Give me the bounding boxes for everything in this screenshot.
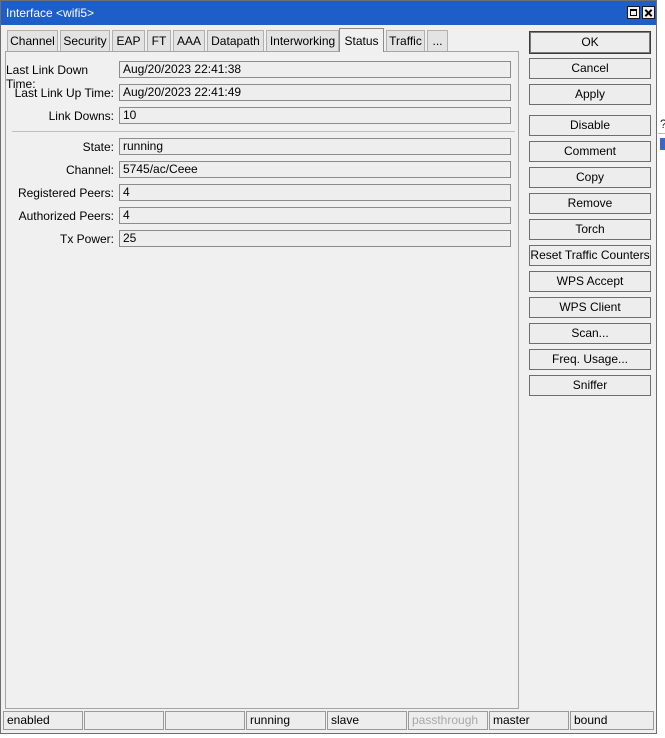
copy-button[interactable]: Copy [529,167,651,188]
last-link-up-time-label: Last Link Up Time: [14,86,114,100]
channel-label: Channel: [65,163,114,177]
window-title: Interface <wifi5> [6,6,95,20]
channel-label-box: Channel: [6,161,114,179]
registered-peers-field[interactable]: 4 [119,184,511,201]
remove-button[interactable]: Remove [529,193,651,214]
last-link-down-time-label-box: Last Link Down Time: [6,61,114,91]
apply-button[interactable]: Apply [529,84,651,105]
tab-datapath[interactable]: Datapath [207,30,264,51]
tab-eap[interactable]: EAP [112,30,145,51]
tab-ft[interactable]: FT [147,30,171,51]
tab-traffic[interactable]: Traffic [386,30,425,51]
tab-interworking[interactable]: Interworking [266,30,339,51]
disable-button[interactable]: Disable [529,115,651,136]
status-running: running [246,711,326,730]
status-bound: bound [570,711,654,730]
status-passthrough: passthrough [408,711,488,730]
status-master: master [489,711,569,730]
cancel-button[interactable]: Cancel [529,58,651,79]
authorized-peers-label-box: Authorized Peers: [6,207,114,225]
state-label: State: [82,140,114,154]
link-downs-label-box: Link Downs: [6,107,114,125]
freq-usage-button[interactable]: Freq. Usage... [529,349,651,370]
background-window-selection [660,138,665,150]
title-bar[interactable]: Interface <wifi5> [1,1,656,25]
tab-security[interactable]: Security [60,30,110,51]
tx-power-label-box: Tx Power: [6,230,114,248]
last-link-up-time-label-box: Last Link Up Time: [6,84,114,102]
last-link-down-time-field[interactable]: Aug/20/2023 22:41:38 [119,61,511,78]
status-cell-empty-1 [84,711,164,730]
wps-accept-button[interactable]: WPS Accept [529,271,651,292]
close-icon[interactable] [642,6,655,19]
link-downs-label: Link Downs: [48,109,114,123]
last-link-up-time-field[interactable]: Aug/20/2023 22:41:49 [119,84,511,101]
torch-button[interactable]: Torch [529,219,651,240]
tab-channel[interactable]: Channel [7,30,58,51]
link-downs-field[interactable]: 10 [119,107,511,124]
background-window-text: ? [660,117,665,131]
status-cell-empty-2 [165,711,245,730]
authorized-peers-label: Authorized Peers: [18,209,114,223]
wps-client-button[interactable]: WPS Client [529,297,651,318]
background-window-rule [658,133,665,134]
sniffer-button[interactable]: Sniffer [529,375,651,396]
authorized-peers-field[interactable]: 4 [119,207,511,224]
state-field[interactable]: running [119,138,511,155]
status-panel: Last Link Down Time: Aug/20/2023 22:41:3… [5,51,519,709]
registered-peers-label: Registered Peers: [17,186,114,200]
maximize-icon[interactable] [627,6,640,19]
tx-power-field[interactable]: 25 [119,230,511,247]
reset-traffic-counters-button[interactable]: Reset Traffic Counters [529,245,651,266]
tab-status[interactable]: Status [339,28,384,52]
status-enabled: enabled [3,711,83,730]
status-slave: slave [327,711,407,730]
scan-button[interactable]: Scan... [529,323,651,344]
tab-more[interactable]: ... [427,30,448,51]
interface-window: Interface <wifi5> Channel Security EAP F… [0,0,657,734]
separator [12,131,515,132]
channel-field[interactable]: 5745/ac/Ceee [119,161,511,178]
tab-aaa[interactable]: AAA [173,30,205,51]
registered-peers-label-box: Registered Peers: [6,184,114,202]
tx-power-label: Tx Power: [59,232,114,246]
comment-button[interactable]: Comment [529,141,651,162]
ok-button[interactable]: OK [529,31,651,54]
state-label-box: State: [6,138,114,156]
